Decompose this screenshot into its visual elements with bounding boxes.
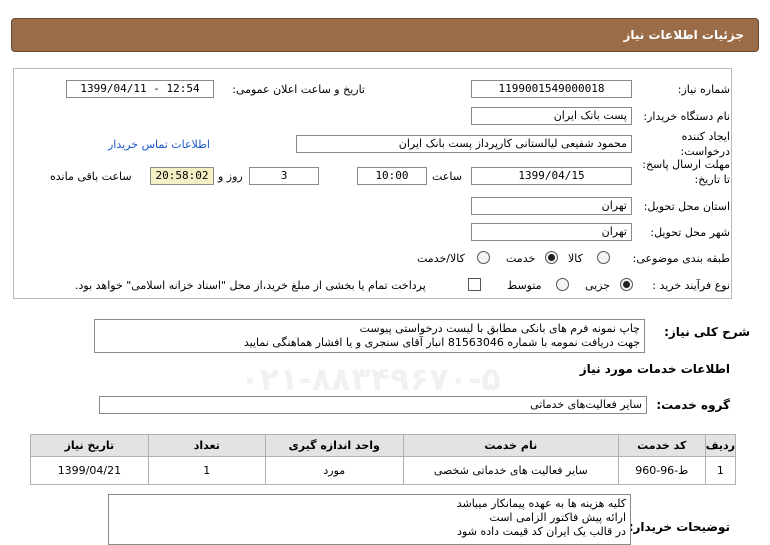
buyer-org-label: نام دستگاه خریدار: <box>643 110 730 123</box>
buyer-contact-link[interactable]: اطلاعات تماس خریدار <box>108 138 210 151</box>
buyer-notes-line-3: در قالب یک ایران کد قیمت داده شود <box>457 525 626 538</box>
category-radio-service[interactable] <box>545 251 558 264</box>
remaining-days-field: 3 <box>249 167 319 185</box>
cell-quantity: 1 <box>147 456 266 485</box>
col-service-code: کد خدمت <box>617 434 706 457</box>
summary-label: شرح کلی نیاز: <box>664 325 750 339</box>
need-number-field: 1199001549000018 <box>471 80 632 98</box>
col-need-date: تاریخ نیاز <box>30 434 149 457</box>
deadline-date-field: 1399/04/15 <box>471 167 632 185</box>
col-row-number: ردیف <box>704 434 737 457</box>
service-group-field: سایر فعالیت‌های خدماتی <box>99 396 647 414</box>
category-option-service: خدمت <box>506 252 536 265</box>
category-option-goods-service: کالا/خدمت <box>417 252 465 265</box>
province-label: استان محل تحویل: <box>643 200 730 213</box>
process-radio-medium[interactable] <box>556 278 569 291</box>
city-field: تهران <box>471 223 632 241</box>
remaining-days-label: روز و <box>218 170 243 183</box>
col-unit: واحد اندازه گیری <box>264 434 404 457</box>
need-number-label: شماره نیاز: <box>677 83 730 96</box>
creator-label: ایجاد کننده <box>681 130 730 143</box>
creator-field: محمود شفیعی لیالستانی کارپرداز پست بانک … <box>296 135 632 153</box>
services-table: ردیف کد خدمت نام خدمت واحد اندازه گیری ت… <box>30 434 737 485</box>
category-option-goods: کالا <box>568 252 583 265</box>
remaining-time-field: 20:58:02 <box>150 167 214 185</box>
buyer-notes-line-2: ارائه پیش فاکتور الزامی است <box>489 511 626 524</box>
buyer-notes-line-1: کلیه هزینه ها به عهده پیمانکار میباشد <box>456 497 626 510</box>
watermark-line2: ۰۲۱-۸۸۳۴۹۶۷۰-۵ <box>240 360 501 398</box>
buyer-notes-box: کلیه هزینه ها به عهده پیمانکار میباشد ار… <box>108 494 631 545</box>
category-radio-goods-service[interactable] <box>477 251 490 264</box>
category-label: طبقه بندی موضوعی: <box>632 252 730 265</box>
cell-need-date: 1399/04/21 <box>30 456 149 485</box>
deadline-time-label: ساعت <box>432 170 462 183</box>
remaining-time-label: ساعت باقی مانده <box>50 170 132 183</box>
service-group-label: گروه خدمت: <box>656 398 730 412</box>
announce-date-label: تاریخ و ساعت اعلان عمومی: <box>232 83 365 96</box>
table-header-row: ردیف کد خدمت نام خدمت واحد اندازه گیری ت… <box>30 434 737 457</box>
deadline-time-field: 10:00 <box>357 167 427 185</box>
buyer-org-field: پست بانک ایران <box>471 107 632 125</box>
table-row: 1 ط-96-960 سایر فعالیت های خدماتی شخصی م… <box>30 456 737 485</box>
cell-unit: مورد <box>264 456 404 485</box>
city-label: شهر محل تحویل: <box>650 226 730 239</box>
creator-label-2: درخواست: <box>680 145 730 158</box>
deadline-label-2: تا تاریخ: <box>694 173 730 186</box>
buyer-notes-label: توضیحات خریدار: <box>628 520 730 534</box>
process-radio-minor[interactable] <box>620 278 633 291</box>
process-option-minor: جزیی <box>585 279 611 292</box>
deadline-label: مهلت ارسال پاسخ: <box>642 158 730 171</box>
treasury-payment-checkbox[interactable] <box>468 278 481 291</box>
process-label: نوع فرآیند خرید : <box>652 279 730 292</box>
cell-service-name: سایر فعالیت های خدماتی شخصی <box>402 456 619 485</box>
process-option-medium: متوسط <box>507 279 542 292</box>
category-radio-goods[interactable] <box>597 251 610 264</box>
cell-row-number: 1 <box>704 456 737 485</box>
summary-line-2: جهت دریافت نمومه با شماره 81563046 انبار… <box>243 336 640 349</box>
summary-box: چاپ نمونه فرم های بانکی مطابق با لیست در… <box>94 319 645 353</box>
summary-line-1: چاپ نمونه فرم های بانکی مطابق با لیست در… <box>359 322 640 335</box>
cell-service-code: ط-96-960 <box>617 456 706 485</box>
col-quantity: تعداد <box>147 434 266 457</box>
services-info-title: اطلاعات خدمات مورد نیاز <box>579 362 730 376</box>
payment-note: پرداخت تمام یا بخشی از مبلغ خرید،از محل … <box>75 279 426 292</box>
col-service-name: نام خدمت <box>402 434 619 457</box>
province-field: تهران <box>471 197 632 215</box>
announce-date-field: 1399/04/11 - 12:54 <box>66 80 214 98</box>
page-header: جزئیات اطلاعات نیاز <box>11 18 759 52</box>
